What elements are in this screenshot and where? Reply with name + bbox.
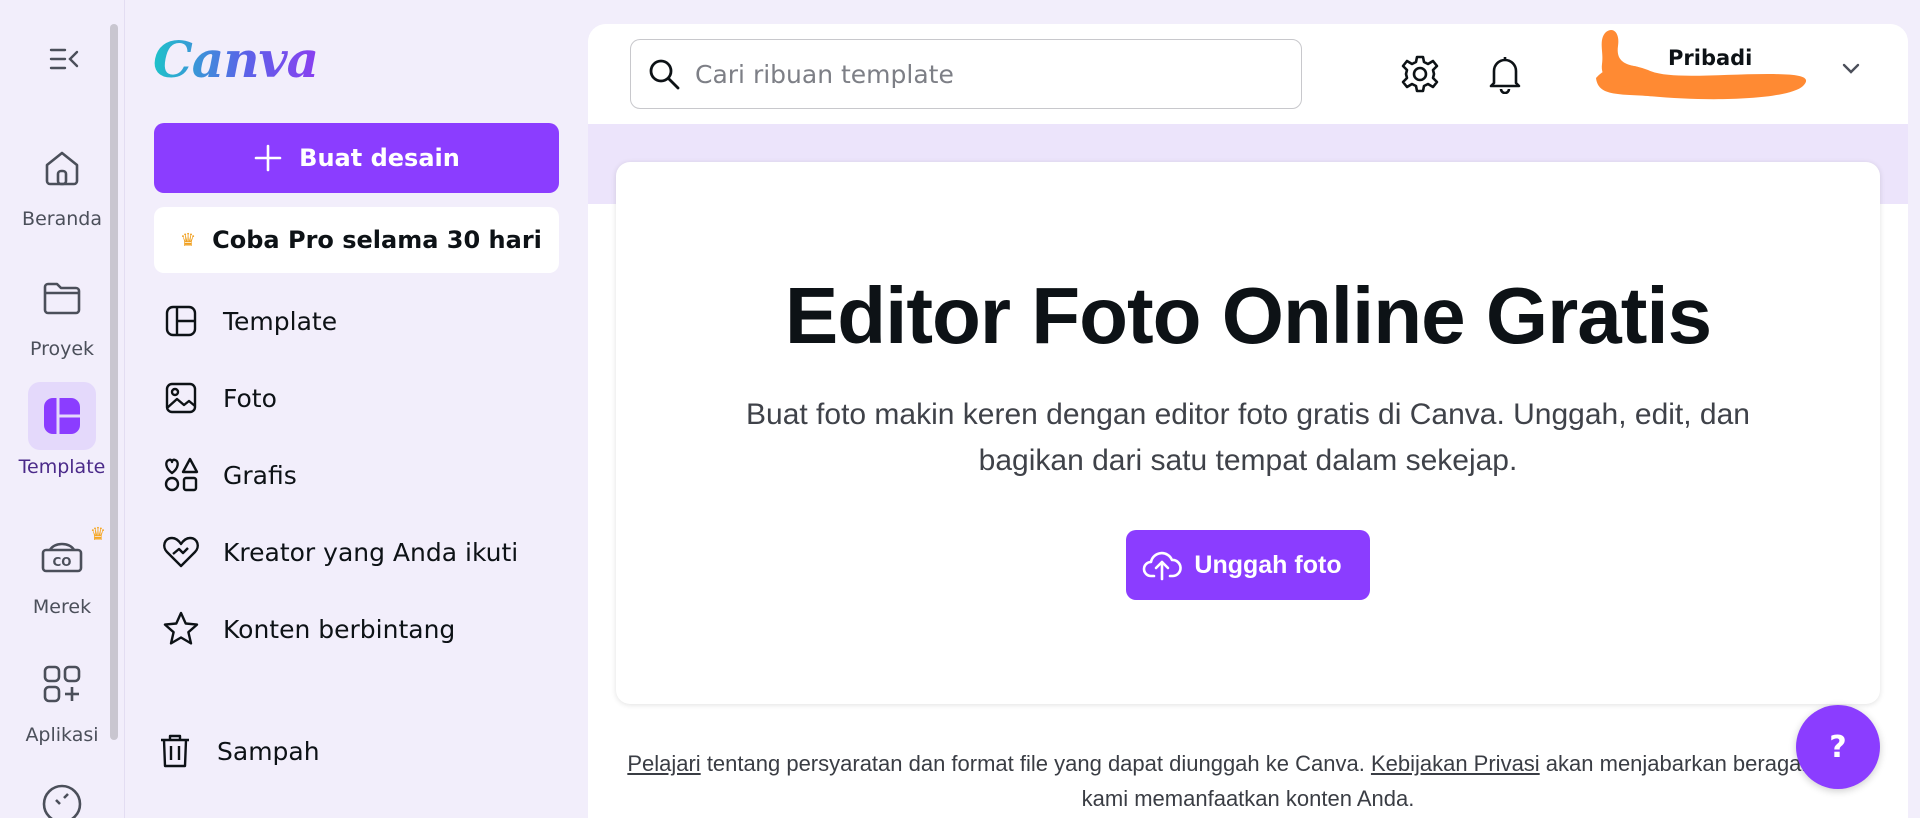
help-button[interactable]: ? — [1796, 705, 1880, 789]
notifications-button[interactable] — [1483, 52, 1527, 96]
rail-item-beranda[interactable]: Beranda — [0, 134, 124, 244]
star-icon — [163, 611, 199, 645]
rail-scrollbar[interactable] — [110, 24, 118, 740]
nav-label: Kreator yang Anda ikuti — [223, 537, 519, 567]
nav-item-template[interactable]: Template — [161, 291, 561, 351]
footer-text: kami memanfaatkan konten Anda. — [1081, 786, 1415, 811]
template-icon — [165, 305, 197, 337]
nav-label: Sampah — [217, 736, 320, 766]
redacted-avatar — [1596, 29, 1807, 100]
photo-icon — [165, 382, 197, 414]
apps-icon — [43, 665, 81, 703]
top-bar: Pribadi — [588, 24, 1908, 124]
search-box[interactable] — [630, 39, 1302, 109]
upload-photo-button[interactable]: Unggah foto — [1126, 530, 1370, 600]
side-panel: Canva Buat desain ♛ Coba Pro selama 30 h… — [125, 0, 580, 818]
nav-label: Foto — [223, 383, 277, 413]
canva-logo[interactable]: Canva — [153, 30, 319, 89]
rail-label: Template — [18, 456, 106, 478]
folder-icon — [43, 282, 81, 315]
settings-button[interactable] — [1398, 52, 1442, 96]
svg-text:CO: CO — [52, 555, 71, 569]
hero-card: Editor Foto Online Gratis Buat foto maki… — [616, 162, 1880, 704]
rail-label: Aplikasi — [25, 724, 99, 746]
footer-text: tentang persyaratan dan format file yang… — [700, 751, 1371, 776]
nav-label: Template — [223, 306, 338, 336]
learn-link[interactable]: Pelajari — [627, 751, 700, 776]
rail-item-merek[interactable]: CO ♛ Merek — [0, 522, 124, 632]
account-menu[interactable]: Pribadi — [1588, 24, 1888, 124]
plus-icon — [254, 144, 282, 172]
cloud-upload-icon — [1143, 551, 1183, 581]
pro-crown-icon: ♛ — [89, 524, 106, 545]
rail-item-aplikasi[interactable]: Aplikasi — [0, 650, 124, 760]
home-icon — [45, 151, 79, 186]
hero-title: Editor Foto Online Gratis — [784, 271, 1712, 360]
nav-item-kreator[interactable]: Kreator yang Anda ikuti — [161, 522, 561, 582]
template-icon — [44, 398, 80, 434]
account-name: Pribadi — [1668, 46, 1753, 70]
search-input[interactable] — [695, 59, 1275, 89]
try-pro-label: Coba Pro selama 30 hari — [212, 226, 542, 254]
chevron-down-icon — [1842, 63, 1860, 74]
create-design-label: Buat desain — [299, 144, 460, 172]
nav-item-foto[interactable]: Foto — [161, 368, 561, 428]
left-rail: Beranda Proyek Template CO ♛ Merek Aplik… — [0, 0, 124, 818]
privacy-policy-link[interactable]: Kebijakan Privasi — [1371, 751, 1540, 776]
crown-icon: ♛ — [180, 229, 197, 251]
brand-icon: CO — [41, 542, 83, 573]
rail-label: Proyek — [29, 338, 95, 360]
nav-item-grafis[interactable]: Grafis — [161, 445, 561, 505]
search-icon — [649, 59, 680, 90]
rail-label: Beranda — [22, 208, 102, 230]
rail-label: Merek — [32, 596, 92, 618]
magic-icon[interactable] — [40, 782, 84, 818]
hero-subtitle: Buat foto makin keren dengan editor foto… — [746, 398, 1750, 477]
upload-photo-label: Unggah foto — [1194, 550, 1342, 579]
collapse-menu-icon — [49, 48, 79, 70]
nav-item-konten-berbintang[interactable]: Konten berbintang — [161, 599, 561, 659]
graphics-icon — [164, 457, 199, 492]
bell-icon — [1489, 57, 1521, 94]
nav-item-sampah[interactable]: Sampah — [155, 721, 555, 781]
rail-item-proyek[interactable]: Proyek — [0, 264, 124, 374]
trash-icon — [161, 734, 189, 768]
rail-item-template[interactable]: Template — [0, 382, 124, 492]
main-content: Pribadi Editor Foto Online Gratis Buat f… — [588, 24, 1908, 818]
nav-label: Grafis — [223, 460, 297, 490]
collapse-menu-button[interactable] — [44, 44, 84, 74]
create-design-button[interactable]: Buat desain — [154, 123, 559, 193]
gear-icon — [1401, 55, 1439, 93]
question-icon: ? — [1829, 729, 1847, 765]
footer-note: Pelajari tentang persyaratan dan format … — [588, 746, 1908, 816]
heart-icon — [163, 536, 199, 568]
nav-label: Konten berbintang — [223, 614, 456, 644]
try-pro-button[interactable]: ♛ Coba Pro selama 30 hari — [154, 207, 559, 273]
